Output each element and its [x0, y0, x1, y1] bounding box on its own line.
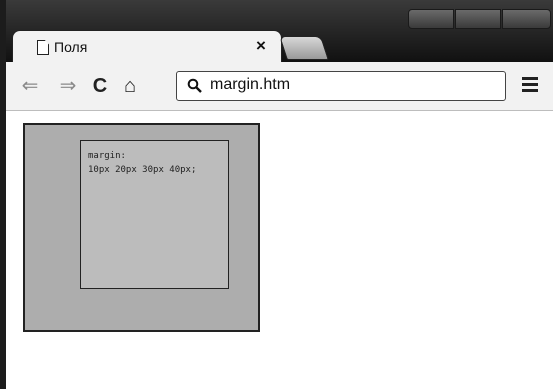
window-left-border	[0, 0, 6, 389]
box-label-line2: 10px 20px 30px 40px;	[88, 165, 197, 175]
back-arrow-icon[interactable]: ⇐	[16, 71, 44, 101]
margin-inner-box: margin: 10px 20px 30px 40px;	[80, 140, 229, 289]
home-icon[interactable]: ⌂	[116, 71, 144, 101]
page-content: margin: 10px 20px 30px 40px;	[0, 111, 553, 389]
close-icon[interactable]: ×	[256, 36, 266, 56]
address-bar[interactable]: margin.htm	[176, 71, 506, 101]
document-icon	[37, 40, 49, 55]
new-tab-button[interactable]	[279, 36, 329, 60]
forward-arrow-icon[interactable]: ⇒	[54, 71, 82, 101]
maximize-button[interactable]	[455, 9, 501, 29]
url-text[interactable]: margin.htm	[210, 76, 290, 94]
tab-title: Поля	[54, 39, 88, 55]
margin-outer-box: margin: 10px 20px 30px 40px;	[23, 123, 260, 332]
menu-icon[interactable]	[522, 77, 540, 95]
minimize-button[interactable]	[408, 9, 454, 29]
toolbar: ⇐ ⇒ C ⌂ margin.htm	[0, 62, 553, 111]
search-icon	[187, 78, 202, 93]
reload-icon[interactable]: C	[86, 71, 114, 101]
browser-window: Поля × ⇐ ⇒ C ⌂ margin.htm margin: 10px 2…	[0, 0, 553, 389]
tab-active[interactable]: Поля ×	[12, 30, 282, 65]
box-label-line1: margin:	[88, 151, 126, 161]
close-window-button[interactable]	[502, 9, 551, 29]
